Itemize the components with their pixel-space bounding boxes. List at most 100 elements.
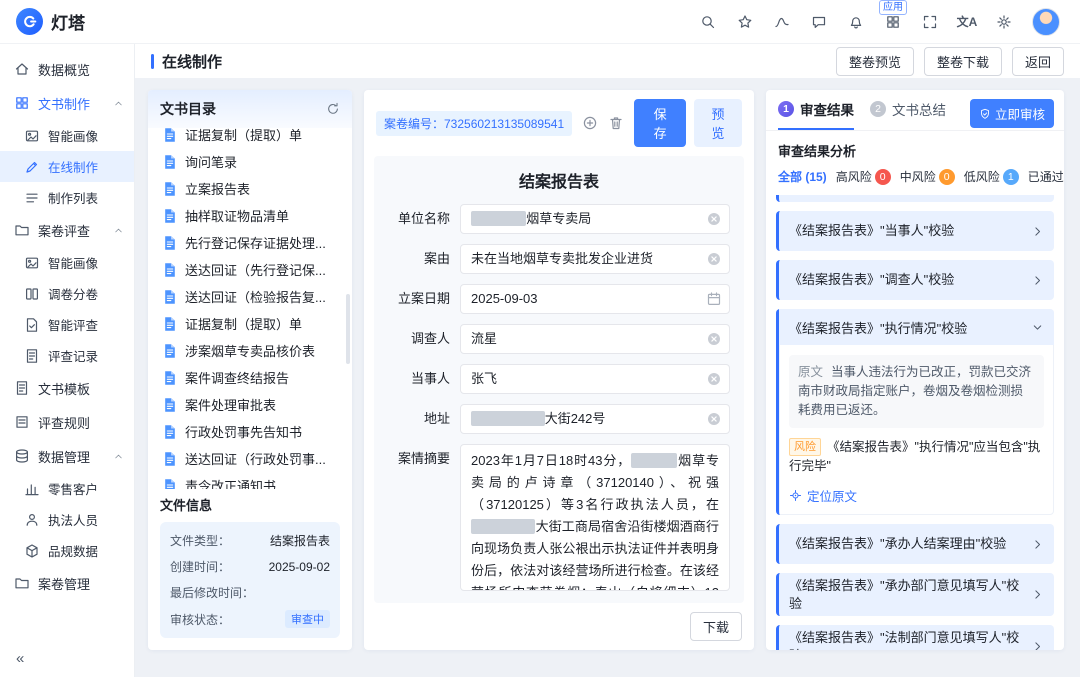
audit-now-button[interactable]: 立即审核 xyxy=(970,99,1054,128)
unit-name-input[interactable]: ██████烟草专卖局 xyxy=(460,204,730,234)
sidebar-item-review-records[interactable]: 评查记录 xyxy=(0,340,134,371)
user-avatar[interactable] xyxy=(1032,8,1060,36)
sidebar-item-doc-templates[interactable]: 文书模板 xyxy=(0,371,134,405)
sidebar-item-review-rules[interactable]: 评查规则 xyxy=(0,405,134,439)
scrollbar-thumb[interactable] xyxy=(346,294,350,364)
review-item-clipped[interactable] xyxy=(776,195,1054,202)
doc-item[interactable]: 送达回证（先行登记保... xyxy=(148,256,352,283)
case-cause-input[interactable]: 未在当地烟草专卖批发企业进货 xyxy=(460,244,730,274)
user-icon xyxy=(24,512,40,528)
sidebar-item-law-enforcers[interactable]: 执法人员 xyxy=(0,504,134,535)
clear-icon[interactable] xyxy=(706,411,722,427)
doc-item[interactable]: 涉案烟草专卖品核价表 xyxy=(148,337,352,364)
doc-item[interactable]: 立案报告表 xyxy=(148,175,352,202)
review-result-list: 《结案报告表》"当事人"校验 《结案报告表》"调查人"校验 《结案报告表》"执行… xyxy=(766,195,1064,650)
doc-item[interactable]: 询问笔录 xyxy=(148,148,352,175)
settings-gear-icon[interactable] xyxy=(995,13,1013,31)
add-circle-icon[interactable] xyxy=(582,115,598,131)
review-item[interactable]: 《结案报告表》"调查人"校验 xyxy=(776,260,1054,300)
doc-item[interactable]: 送达回证（行政处罚事... xyxy=(148,445,352,472)
clear-icon[interactable] xyxy=(706,211,722,227)
apps-grid-icon[interactable]: 应用 xyxy=(884,13,902,31)
sidebar-item-smart-review[interactable]: 智能评查 xyxy=(0,309,134,340)
save-button[interactable]: 保存 xyxy=(634,99,686,147)
doc-item[interactable]: 责令改正通知书 xyxy=(148,472,352,489)
step-1-icon: 1 xyxy=(778,101,794,117)
sidebar-group-doc-making[interactable]: 文书制作 xyxy=(0,86,134,120)
address-input[interactable]: ████████大街242号 xyxy=(460,404,730,434)
notification-bell-icon[interactable] xyxy=(847,13,865,31)
doc-item-label: 案件调查终结报告 xyxy=(185,368,289,387)
review-item[interactable]: 《结案报告表》"法制部门意见填写人"校验 xyxy=(776,625,1054,650)
preview-button[interactable]: 预览 xyxy=(694,99,742,147)
favorite-star-icon[interactable] xyxy=(736,13,754,31)
filter-high-risk[interactable]: 高风险0 xyxy=(836,168,891,185)
doc-item[interactable]: 证据复制（提取）单 xyxy=(148,310,352,337)
locate-original-link[interactable]: 定位原文 xyxy=(789,486,1044,505)
download-all-button[interactable]: 整卷下载 xyxy=(924,47,1002,76)
sidebar-item-smart-portrait[interactable]: 智能画像 xyxy=(0,120,134,151)
doc-item[interactable]: 证据复制（提取）单 xyxy=(148,128,352,148)
form-title: 结案报告表 xyxy=(388,168,730,192)
back-button[interactable]: 返回 xyxy=(1012,47,1064,76)
party-input[interactable]: 张飞 xyxy=(460,364,730,394)
file-icon xyxy=(162,154,178,170)
translate-icon[interactable]: 文A xyxy=(958,13,976,31)
doc-item[interactable]: 行政处罚事先告知书 xyxy=(148,418,352,445)
doc-item[interactable]: 案件处理审批表 xyxy=(148,391,352,418)
filter-all[interactable]: 全部 (15) xyxy=(778,168,827,185)
preview-all-button[interactable]: 整卷预览 xyxy=(836,47,914,76)
message-icon[interactable] xyxy=(810,13,828,31)
case-summary-textarea[interactable]: 2023年1月7日18时43分，█████烟草专卖局的卢诗章（37120140）… xyxy=(460,444,730,591)
doc-item[interactable]: 先行登记保存证据处理... xyxy=(148,229,352,256)
sidebar-collapse-button[interactable]: « xyxy=(16,650,22,667)
filing-date-input[interactable]: 2025-09-03 xyxy=(460,284,730,314)
locate-icon xyxy=(789,489,802,502)
editor-toolbar: 案卷编号：732560213135089541 保存 预览 xyxy=(364,90,754,156)
review-item-header[interactable]: 《结案报告表》"执行情况"校验 xyxy=(779,309,1054,345)
sidebar-item-retail-customers[interactable]: 零售客户 xyxy=(0,473,134,504)
sidebar-item-data-overview[interactable]: 数据概览 xyxy=(0,52,134,86)
brand[interactable]: 灯塔 xyxy=(16,8,85,35)
doc-item[interactable]: 案件调查终结报告 xyxy=(148,364,352,391)
clear-icon[interactable] xyxy=(706,251,722,267)
fullscreen-icon[interactable] xyxy=(921,13,939,31)
review-item[interactable]: 《结案报告表》"承办人结案理由"校验 xyxy=(776,524,1054,564)
review-item-detail: 原文当事人违法行为已改正，罚款已交济南市财政局指定账户，卷烟及卷烟检测损耗费用已… xyxy=(779,345,1054,515)
filter-low-risk[interactable]: 低风险1 xyxy=(964,168,1019,185)
calendar-icon[interactable] xyxy=(706,291,722,307)
sidebar-item-smart-portrait-2[interactable]: 智能画像 xyxy=(0,247,134,278)
sidebar-item-making-list[interactable]: 制作列表 xyxy=(0,182,134,213)
sidebar-item-case-management[interactable]: 案卷管理 xyxy=(0,566,134,600)
refresh-icon[interactable] xyxy=(326,102,340,116)
sidebar-item-online-making[interactable]: 在线制作 xyxy=(0,151,134,182)
sidebar-group-case-review[interactable]: 案卷评查 xyxy=(0,213,134,247)
clear-icon[interactable] xyxy=(706,331,722,347)
doc-item-label: 送达回证（行政处罚事... xyxy=(185,449,326,468)
doc-item[interactable]: 抽样取证物品清单 xyxy=(148,202,352,229)
review-item[interactable]: 《结案报告表》"承办部门意见填写人"校验 xyxy=(776,573,1054,616)
sidebar-group-data-management[interactable]: 数据管理 xyxy=(0,439,134,473)
sidebar-item-product-spec-data[interactable]: 品规数据 xyxy=(0,535,134,566)
trash-icon[interactable] xyxy=(608,115,624,131)
review-item-label: 《结案报告表》"当事人"校验 xyxy=(789,222,954,240)
filter-passed[interactable]: 已通过14 xyxy=(1028,168,1064,185)
case-number-tag[interactable]: 案卷编号：732560213135089541 xyxy=(376,111,572,136)
main-area: 在线制作 整卷预览 整卷下载 返回 文书目录 证据复制（提取）单 xyxy=(135,44,1080,677)
form-field-case-summary: 案情摘要 2023年1月7日18时43分，█████烟草专卖局的卢诗章（3712… xyxy=(388,444,730,591)
redacted-text: ███████ xyxy=(471,519,535,534)
download-button[interactable]: 下载 xyxy=(690,612,742,641)
review-item[interactable]: 《结案报告表》"当事人"校验 xyxy=(776,211,1054,251)
search-icon[interactable] xyxy=(699,13,717,31)
field-value: 流星 xyxy=(471,331,497,346)
sidebar-item-volume-split[interactable]: 调卷分卷 xyxy=(0,278,134,309)
filter-mid-risk[interactable]: 中风险0 xyxy=(900,168,955,185)
tab-review-results[interactable]: 1 审查结果 xyxy=(778,99,854,130)
file-info-title: 文件信息 xyxy=(160,495,340,514)
doc-item[interactable]: 送达回证（检验报告复... xyxy=(148,283,352,310)
signature-icon[interactable] xyxy=(773,13,791,31)
investigator-input[interactable]: 流星 xyxy=(460,324,730,354)
chevron-right-icon xyxy=(1031,274,1044,287)
tab-doc-summary[interactable]: 2 文书总结 xyxy=(870,99,946,128)
clear-icon[interactable] xyxy=(706,371,722,387)
